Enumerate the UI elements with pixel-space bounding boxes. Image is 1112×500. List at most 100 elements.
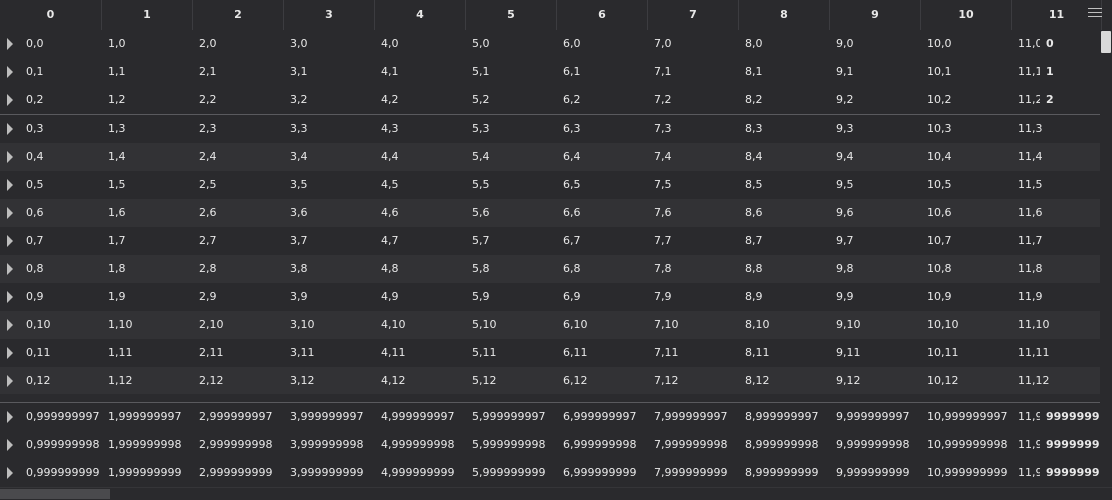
grid-cell: 9,9 — [836, 290, 854, 303]
grid-cell: 8,9 — [745, 290, 763, 303]
grid-cell: 0,9 — [26, 290, 44, 303]
grid-cell: 8,5 — [745, 178, 763, 191]
grid-cell: 9,999999999 — [836, 466, 910, 479]
pinned-top-row[interactable]: 0,1 1,1 2,1 3,1 4,1 5,1 6,1 7,1 8,1 9,1 10,1 11,1 1 — [0, 58, 1112, 87]
caret-right-icon[interactable] — [7, 94, 13, 106]
pinned-right-cell: 2 — [1040, 86, 1100, 114]
table-row[interactable]: 0,6 1,6 2,6 3,6 4,6 5,6 6,6 7,6 8,6 9,6 10,6 11,6 — [0, 199, 1112, 228]
grid-cell: 11,7 — [1018, 234, 1043, 247]
pinned-bottom-separator — [0, 394, 1100, 403]
caret-right-icon[interactable] — [7, 439, 13, 451]
caret-right-icon[interactable] — [7, 38, 13, 50]
grid-cell: 8,2 — [745, 93, 763, 106]
grid-cell: 11,8 — [1018, 262, 1043, 275]
grid-cell: 4,12 — [381, 374, 406, 387]
grid-cell: 2,4 — [199, 150, 217, 163]
grid-cell: 6,7 — [563, 234, 581, 247]
grid-cell: 5,999999997 — [472, 410, 546, 423]
pinned-right-cell: 999999998 — [1040, 431, 1100, 459]
grid-cell: 6,4 — [563, 150, 581, 163]
grid-cell: 10,10 — [927, 318, 959, 331]
column-header-1[interactable]: 1 — [102, 0, 193, 30]
table-row[interactable]: 0,5 1,5 2,5 3,5 4,5 5,5 6,5 7,5 8,5 9,5 10,5 11,5 — [0, 171, 1112, 200]
caret-right-icon[interactable] — [7, 319, 13, 331]
grid-cell: 3,999999998 — [290, 438, 364, 451]
table-row[interactable]: 0,9 1,9 2,9 3,9 4,9 5,9 6,9 7,9 8,9 9,9 10,9 11,9 — [0, 283, 1112, 312]
table-row[interactable]: 0,3 1,3 2,3 3,3 4,3 5,3 6,3 7,3 8,3 9,3 10,3 11,3 — [0, 115, 1112, 144]
caret-right-icon[interactable] — [7, 467, 13, 479]
grid-cell: 4,10 — [381, 318, 406, 331]
grid-cell: 10,4 — [927, 150, 952, 163]
grid-cell: 2,8 — [199, 262, 217, 275]
caret-right-icon[interactable] — [7, 207, 13, 219]
column-header-8[interactable]: 8 — [739, 0, 830, 30]
vertical-scrollbar-thumb[interactable] — [1101, 31, 1111, 53]
grid-cell: 2,999999999 — [199, 466, 273, 479]
vertical-scrollbar[interactable] — [1100, 30, 1112, 484]
table-row[interactable]: 0,11 1,11 2,11 3,11 4,11 5,11 6,11 7,11 8,11 9,11… — [0, 339, 1112, 368]
pinned-top-row[interactable]: 0,2 1,2 2,2 3,2 4,2 5,2 6,2 7,2 8,2 9,2 10,2 11,2 2 — [0, 86, 1112, 115]
column-header-5[interactable]: 5 — [466, 0, 557, 30]
grid-cell: 10,3 — [927, 122, 952, 135]
column-header-7[interactable]: 7 — [648, 0, 739, 30]
grid-cell: 1,2 — [108, 93, 126, 106]
caret-right-icon[interactable] — [7, 123, 13, 135]
grid-cell: 6,999999997 — [563, 410, 637, 423]
column-header-3[interactable]: 3 — [284, 0, 375, 30]
grid-cell: 2,6 — [199, 206, 217, 219]
grid-cell: 7,6 — [654, 206, 672, 219]
table-row[interactable]: 0,7 1,7 2,7 3,7 4,7 5,7 6,7 7,7 8,7 9,7 10,7 11,7 — [0, 227, 1112, 256]
grid-cell: 0,7 — [26, 234, 44, 247]
column-header-2[interactable]: 2 — [193, 0, 284, 30]
grid-cell: 0,8 — [26, 262, 44, 275]
column-header-9[interactable]: 9 — [830, 0, 921, 30]
caret-right-icon[interactable] — [7, 151, 13, 163]
column-header-6[interactable]: 6 — [557, 0, 648, 30]
caret-right-icon[interactable] — [7, 411, 13, 423]
grid-cell: 4,4 — [381, 150, 399, 163]
grid-cell: 7,5 — [654, 178, 672, 191]
hamburger-menu-icon[interactable] — [1088, 8, 1102, 20]
grid-cell: 0,999999997 — [26, 410, 100, 423]
grid-cell: 11,999999997 — [1018, 410, 1040, 423]
grid-cell: 3,5 — [290, 178, 308, 191]
grid-cell: 0,999999999 — [26, 466, 100, 479]
caret-right-icon[interactable] — [7, 66, 13, 78]
grid-cell: 5,999999998 — [472, 438, 546, 451]
caret-right-icon[interactable] — [7, 347, 13, 359]
grid-cell: 10,999999997 — [927, 410, 1008, 423]
caret-right-icon[interactable] — [7, 179, 13, 191]
pinned-bottom-row[interactable]: 0,999999998 1,999999998 2,999999998 3,99999… — [0, 431, 1112, 460]
grid-cell: 5,10 — [472, 318, 497, 331]
grid-cell: 3,999999999 — [290, 466, 364, 479]
table-row[interactable]: 0,4 1,4 2,4 3,4 4,4 5,4 6,4 7,4 8,4 9,4 10,4 11,4 — [0, 143, 1112, 172]
column-header-0[interactable]: 0 — [0, 0, 102, 30]
grid-cell: 7,999999998 — [654, 438, 728, 451]
grid-cell: 2,999999997 — [199, 410, 273, 423]
table-row[interactable]: 0,8 1,8 2,8 3,8 4,8 5,8 6,8 7,8 8,8 9,8 10,8 11,8 — [0, 255, 1112, 284]
grid-cell: 5,7 — [472, 234, 490, 247]
pinned-bottom-row[interactable]: 0,999999997 1,999999997 2,999999997 3,99999… — [0, 403, 1112, 432]
grid-cell: 10,5 — [927, 178, 952, 191]
horizontal-scrollbar-thumb[interactable] — [0, 489, 110, 499]
column-header-10[interactable]: 10 — [921, 0, 1012, 30]
caret-right-icon[interactable] — [7, 263, 13, 275]
column-header-4[interactable]: 4 — [375, 0, 466, 30]
grid-cell: 8,11 — [745, 346, 770, 359]
pinned-bottom-row[interactable]: 0,999999999 1,999999999 2,999999999 3,99999… — [0, 459, 1112, 488]
caret-right-icon[interactable] — [7, 235, 13, 247]
caret-right-icon[interactable] — [7, 375, 13, 387]
table-row[interactable]: 0,12 1,12 2,12 3,12 4,12 5,12 6,12 7,12 8,12 9,12… — [0, 367, 1112, 396]
grid-cell: 2,9 — [199, 290, 217, 303]
grid-cell: 3,2 — [290, 93, 308, 106]
pinned-top-row[interactable]: 0,0 1,0 2,0 3,0 4,0 5,0 6,0 7,0 8,0 9,0 10,0 11,0 0 — [0, 30, 1112, 59]
grid-cell: 0,4 — [26, 150, 44, 163]
caret-right-icon[interactable] — [7, 291, 13, 303]
grid-cell: 0,10 — [26, 318, 51, 331]
table-row[interactable]: 0,10 1,10 2,10 3,10 4,10 5,10 6,10 7,10 8,10 9,10… — [0, 311, 1112, 340]
grid-cell: 5,11 — [472, 346, 497, 359]
grid-cell: 8,999999998 — [745, 438, 819, 451]
grid-cell: 7,3 — [654, 122, 672, 135]
horizontal-scrollbar[interactable] — [0, 488, 1112, 500]
grid-cell: 2,999999998 — [199, 438, 273, 451]
